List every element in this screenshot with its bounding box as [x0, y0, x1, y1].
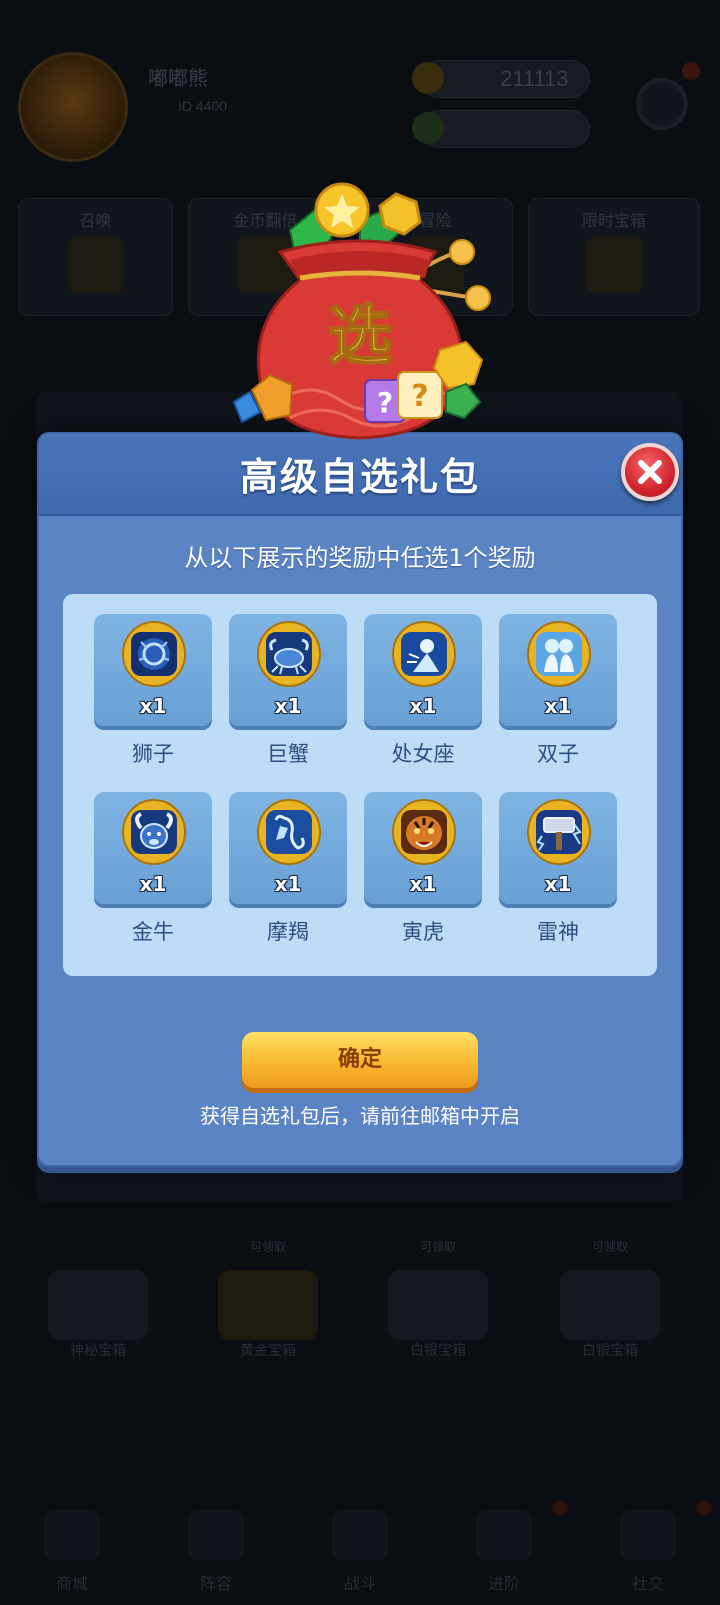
bag-character: 选: [328, 300, 392, 374]
chest-slot-3[interactable]: 可领取 白银宝箱: [368, 1240, 508, 1360]
mailbox-hint: 获得自选礼包后，请前往邮箱中开启: [200, 1104, 520, 1128]
currency-amount: 211113: [500, 66, 569, 91]
reward-item-tiger[interactable]: x1 寅虎: [364, 792, 482, 956]
player-id: ID 4400: [178, 98, 228, 114]
reward-item-virgo[interactable]: x1 处女座: [364, 614, 482, 778]
item-name: 雷神: [537, 920, 579, 944]
player-avatar: [18, 52, 128, 162]
tab-advance[interactable]: 进阶: [432, 1500, 576, 1605]
gemini-zodiac-icon: [526, 620, 592, 688]
cancer-zodiac-icon: [256, 620, 322, 688]
upgrade-icon: [476, 1510, 532, 1560]
gift-pack-dialog: 高级自选礼包 从以下展示的奖励中任选1个奖励 x1 狮子 x1 巨蟹 x1 处女…: [37, 432, 683, 1167]
chest-icon: [560, 1270, 660, 1340]
item-quantity: x1: [544, 872, 572, 896]
item-quantity: x1: [409, 872, 437, 896]
item-quantity: x1: [409, 694, 437, 718]
notification-dot: [552, 1500, 568, 1516]
summon-icon: [67, 237, 124, 293]
dialog-header: 高级自选礼包: [39, 434, 681, 516]
item-name: 双子: [537, 742, 579, 766]
game-screen: 嘟嘟熊 ID 4400 211113 召唤 金币翻倍 冒险 限时宝箱 神秘宝箱 …: [0, 0, 720, 1605]
capricorn-zodiac-icon: [256, 798, 322, 866]
item-quantity: x1: [544, 694, 572, 718]
chat-icon: [620, 1510, 676, 1560]
item-name: 金牛: [132, 920, 174, 944]
notification-dot: [682, 62, 700, 80]
reward-item-cancer[interactable]: x1 巨蟹: [229, 614, 347, 778]
leo-zodiac-icon: [121, 620, 187, 688]
settings-gear-icon[interactable]: [636, 78, 688, 130]
chest-icon: [388, 1270, 488, 1340]
tiger-icon: [391, 798, 457, 866]
item-name: 巨蟹: [267, 742, 309, 766]
item-quantity: x1: [139, 872, 167, 896]
reward-item-taurus[interactable]: x1 金牛: [94, 792, 212, 956]
chest-icon: [218, 1270, 318, 1340]
tab-social[interactable]: 社交: [576, 1500, 720, 1605]
reward-item-thor[interactable]: x1 雷神: [499, 792, 617, 956]
reward-item-gemini[interactable]: x1 双子: [499, 614, 617, 778]
close-button[interactable]: [621, 443, 679, 501]
confirm-button[interactable]: 确定: [242, 1032, 478, 1088]
close-icon: [638, 460, 662, 484]
chest-icon: [586, 237, 642, 293]
chest-icon: [48, 1270, 148, 1340]
chest-slot-2[interactable]: 可领取 黄金宝箱: [198, 1240, 338, 1360]
virgo-zodiac-icon: [391, 620, 457, 688]
svg-text:?: ?: [411, 379, 428, 414]
swords-icon: [332, 1510, 388, 1560]
tab-lineup[interactable]: 阵容: [144, 1500, 288, 1605]
item-name: 摩羯: [267, 920, 309, 944]
reward-item-leo[interactable]: x1 狮子: [94, 614, 212, 778]
chest-slot-1[interactable]: 神秘宝箱: [28, 1250, 168, 1360]
coin-icon: [412, 62, 444, 94]
notification-dot: [696, 1500, 712, 1516]
chest-slot-4[interactable]: 可领取 白银宝箱: [540, 1240, 680, 1360]
dialog-title: 高级自选礼包: [239, 455, 480, 499]
reward-grid: x1 狮子 x1 巨蟹 x1 处女座 x1 双子 x1 金牛 x1 摩羯 x1 …: [63, 594, 657, 976]
item-quantity: x1: [274, 872, 302, 896]
item-quantity: x1: [274, 694, 302, 718]
item-name: 狮子: [132, 742, 174, 766]
lucky-bag-icon: 选 ? ?: [232, 182, 491, 440]
svg-text:?: ?: [377, 386, 393, 419]
dialog-subtitle: 从以下展示的奖励中任选1个奖励: [184, 544, 536, 572]
gem-icon: [412, 112, 444, 144]
tab-battle[interactable]: 战斗: [288, 1500, 432, 1605]
item-name: 寅虎: [402, 920, 444, 944]
item-quantity: x1: [139, 694, 167, 718]
item-name: 处女座: [391, 742, 455, 766]
tab-shop[interactable]: 商城: [0, 1500, 144, 1605]
player-name: 嘟嘟熊: [148, 68, 208, 90]
shop-icon: [44, 1510, 100, 1560]
reward-item-capricorn[interactable]: x1 摩羯: [229, 792, 347, 956]
thunder-hammer-icon: [526, 798, 592, 866]
dice-icon: [188, 1510, 244, 1560]
gem-bar: [420, 110, 590, 148]
feature-card-summon[interactable]: 召唤: [18, 198, 173, 316]
feature-card-limited-chest[interactable]: 限时宝箱: [528, 198, 700, 316]
taurus-zodiac-icon: [121, 798, 187, 866]
